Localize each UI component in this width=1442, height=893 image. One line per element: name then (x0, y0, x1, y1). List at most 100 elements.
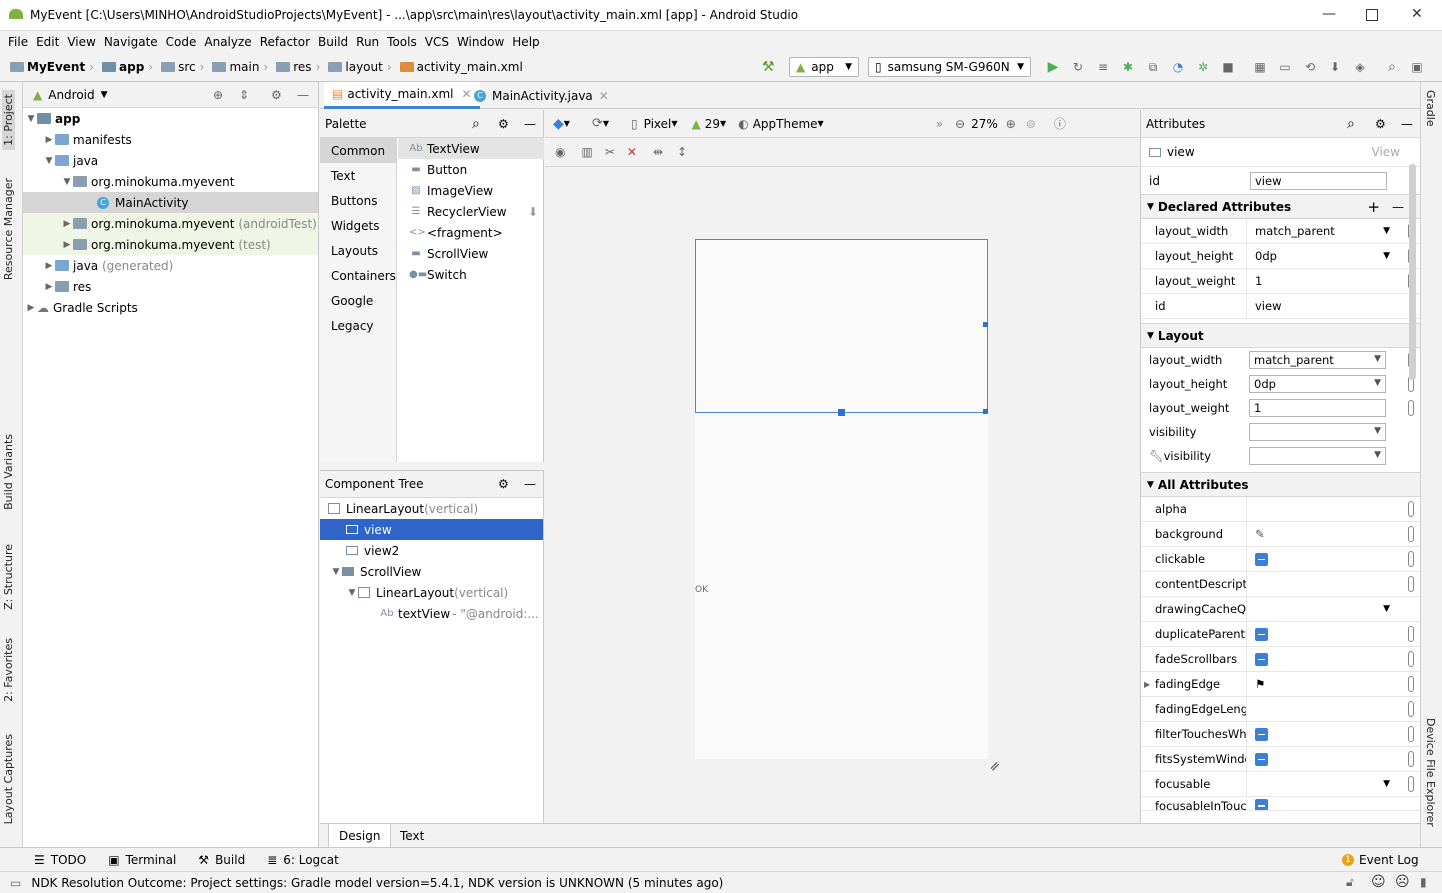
visibility-select[interactable]: ▼ (1249, 423, 1386, 441)
attr-focusable[interactable]: focusable ▼ (1141, 772, 1420, 797)
apply-code-icon[interactable]: ≡ (1095, 59, 1111, 75)
hide-panel-icon[interactable]: — (524, 117, 536, 131)
gear-icon[interactable]: ⚙ (271, 88, 282, 102)
attr-contentdescription[interactable]: contentDescriptio (1141, 572, 1420, 597)
declared-id[interactable]: id view (1141, 294, 1420, 319)
component-linearlayout[interactable]: LinearLayout (vertical) (320, 498, 543, 519)
component-linearlayout-inner[interactable]: ▼ LinearLayout (vertical) (320, 582, 543, 603)
lock-icon[interactable]: 🔓︎ (1346, 875, 1354, 890)
selected-view-outline[interactable] (695, 239, 988, 413)
palette-item-button[interactable]: ▬ Button (398, 159, 544, 180)
memory-indicator[interactable]: ▮ (1420, 875, 1427, 889)
menu-file[interactable]: File (8, 35, 28, 49)
status-toggle-icon[interactable]: ▭ (10, 876, 21, 890)
apply-changes-icon[interactable]: ↻ (1070, 59, 1086, 75)
close-window-button[interactable]: ✕ (1411, 6, 1423, 22)
menu-navigate[interactable]: Navigate (104, 35, 158, 49)
warning-icon[interactable]: ⓘ (1054, 115, 1066, 132)
layout-width-input[interactable]: match_parent ▼ (1249, 351, 1386, 369)
attr-fadingedgelength[interactable]: fadingEdgeLength (1141, 697, 1420, 722)
attr-filtertoucheswhenobscured[interactable]: filterTouchesWhen (1141, 722, 1420, 747)
palette-item-scrollview[interactable]: ▬ ScrollView (398, 243, 544, 264)
zoom-fit-icon[interactable]: ⊚ (1026, 117, 1036, 131)
flag-icon[interactable]: ⚑ (1255, 677, 1265, 691)
palette-category-containers[interactable]: Containers (320, 263, 396, 288)
close-tab-icon[interactable]: ✕ (599, 89, 609, 103)
api-level-selector[interactable]: 29 (705, 117, 720, 131)
layout-height-input[interactable]: 0dp ▼ (1249, 375, 1386, 393)
sync-gradle-icon[interactable]: ⟲ (1302, 59, 1318, 75)
menu-edit[interactable]: Edit (36, 35, 59, 49)
breadcrumb-main[interactable]: main (212, 60, 259, 74)
menu-run[interactable]: Run (356, 35, 379, 49)
tab-project[interactable]: 1: Project (2, 90, 15, 150)
attr-focusableintouchmode[interactable]: focusableInTouchM (1141, 797, 1420, 811)
maximize-button[interactable] (1366, 9, 1378, 21)
gear-icon[interactable]: ⚙ (498, 477, 509, 491)
minimize-button[interactable]: — (1322, 6, 1336, 22)
breadcrumb-layout[interactable]: layout (328, 60, 383, 74)
attach-debugger-icon[interactable]: ⧉ (1145, 59, 1161, 75)
project-view-selector[interactable]: Android (48, 88, 94, 102)
attr-duplicateparentstate[interactable]: duplicateParentSt (1141, 622, 1420, 647)
design-canvas[interactable]: OK ═ (545, 166, 1139, 823)
palette-category-buttons[interactable]: Buttons (320, 188, 396, 213)
tool-terminal[interactable]: ▣ Terminal (108, 853, 176, 867)
palette-category-legacy[interactable]: Legacy (320, 313, 396, 338)
component-scrollview[interactable]: ▼ ScrollView (320, 561, 543, 582)
scroll-from-source-icon[interactable]: ⊕ (213, 88, 223, 102)
gear-icon[interactable]: ⚙ (1375, 117, 1386, 131)
design-surface-icon[interactable]: ◆ (553, 116, 564, 132)
pack-horizontal-icon[interactable]: ⇹ (653, 145, 663, 159)
tree-item-mainactivity[interactable]: C MainActivity (23, 192, 318, 213)
build-hammer-icon[interactable]: ⚒ (762, 59, 775, 75)
palette-category-google[interactable]: Google (320, 288, 396, 313)
download-icon[interactable]: ⬇ (528, 205, 538, 219)
sdk-manager-icon[interactable]: ⬇ (1327, 59, 1343, 75)
tab-layout-captures[interactable]: Layout Captures (2, 734, 15, 824)
stop-icon[interactable]: ■ (1220, 59, 1236, 75)
declared-attributes-header[interactable]: ▼ Declared Attributes + — (1141, 194, 1420, 219)
declared-layout-height[interactable]: layout_height 0dp ▼ (1141, 244, 1420, 269)
checkbox-indeterminate-icon[interactable] (1255, 627, 1268, 641)
breadcrumb-src[interactable]: src (161, 60, 196, 74)
declared-layout-weight[interactable]: layout_weight 1 (1141, 269, 1420, 294)
tab-design[interactable]: Design (328, 824, 392, 848)
avd-manager-icon[interactable]: ▭ (1277, 59, 1293, 75)
breadcrumb-app[interactable]: app (102, 60, 144, 74)
search-icon[interactable]: ⌕ (1347, 116, 1355, 132)
attr-fadingedge[interactable]: ▶ fadingEdge ⚑ (1141, 672, 1420, 697)
eye-icon[interactable]: ◉ (555, 145, 565, 159)
breadcrumb-myevent[interactable]: MyEvent (10, 60, 85, 74)
attributes-scrollbar[interactable] (1409, 164, 1416, 380)
tools-visibility-select[interactable]: ▼ (1249, 447, 1386, 465)
palette-item-switch[interactable]: ●▬ Switch (398, 264, 544, 285)
autoconnect-icon[interactable]: ✂ (605, 145, 615, 159)
run-icon[interactable]: ▶ (1045, 59, 1061, 75)
palette-category-layouts[interactable]: Layouts (320, 238, 396, 263)
tree-item-package-test[interactable]: ▶ org.minokuma.myevent (test) (23, 234, 318, 255)
tab-device-file-explorer[interactable]: Device File Explorer (1424, 718, 1437, 827)
attr-clickable[interactable]: clickable (1141, 547, 1420, 572)
attr-alpha[interactable]: alpha (1141, 497, 1420, 522)
checkbox-indeterminate-icon[interactable] (1255, 652, 1268, 666)
menu-build[interactable]: Build (318, 35, 348, 49)
checkbox-indeterminate-icon[interactable] (1255, 752, 1268, 766)
resize-handle-bottom[interactable] (838, 409, 845, 416)
debug-icon[interactable]: ✱ (1120, 59, 1136, 75)
declared-layout-width[interactable]: layout_width match_parent ▼ (1141, 219, 1420, 244)
checkbox-indeterminate-icon[interactable] (1255, 552, 1268, 566)
tab-build-variants[interactable]: Build Variants (2, 434, 15, 510)
eyedropper-icon[interactable]: ✎ (1255, 527, 1265, 541)
tab-mainactivity-java[interactable]: C MainActivity.java ✕ (466, 82, 617, 109)
more-icon[interactable]: » (936, 117, 943, 131)
tree-item-gradle-scripts[interactable]: ▶ ☁ Gradle Scripts (23, 297, 318, 318)
menu-analyze[interactable]: Analyze (204, 35, 251, 49)
tree-item-java[interactable]: ▼ java (23, 150, 318, 171)
tab-favorites[interactable]: 2: Favorites (2, 638, 15, 702)
menu-window[interactable]: Window (457, 35, 504, 49)
palette-item-textview[interactable]: Ab TextView (398, 138, 544, 159)
pack-vertical-icon[interactable]: ↕ (677, 145, 687, 159)
zoom-out-icon[interactable]: ⊖ (955, 117, 965, 131)
palette-category-widgets[interactable]: Widgets (320, 213, 396, 238)
